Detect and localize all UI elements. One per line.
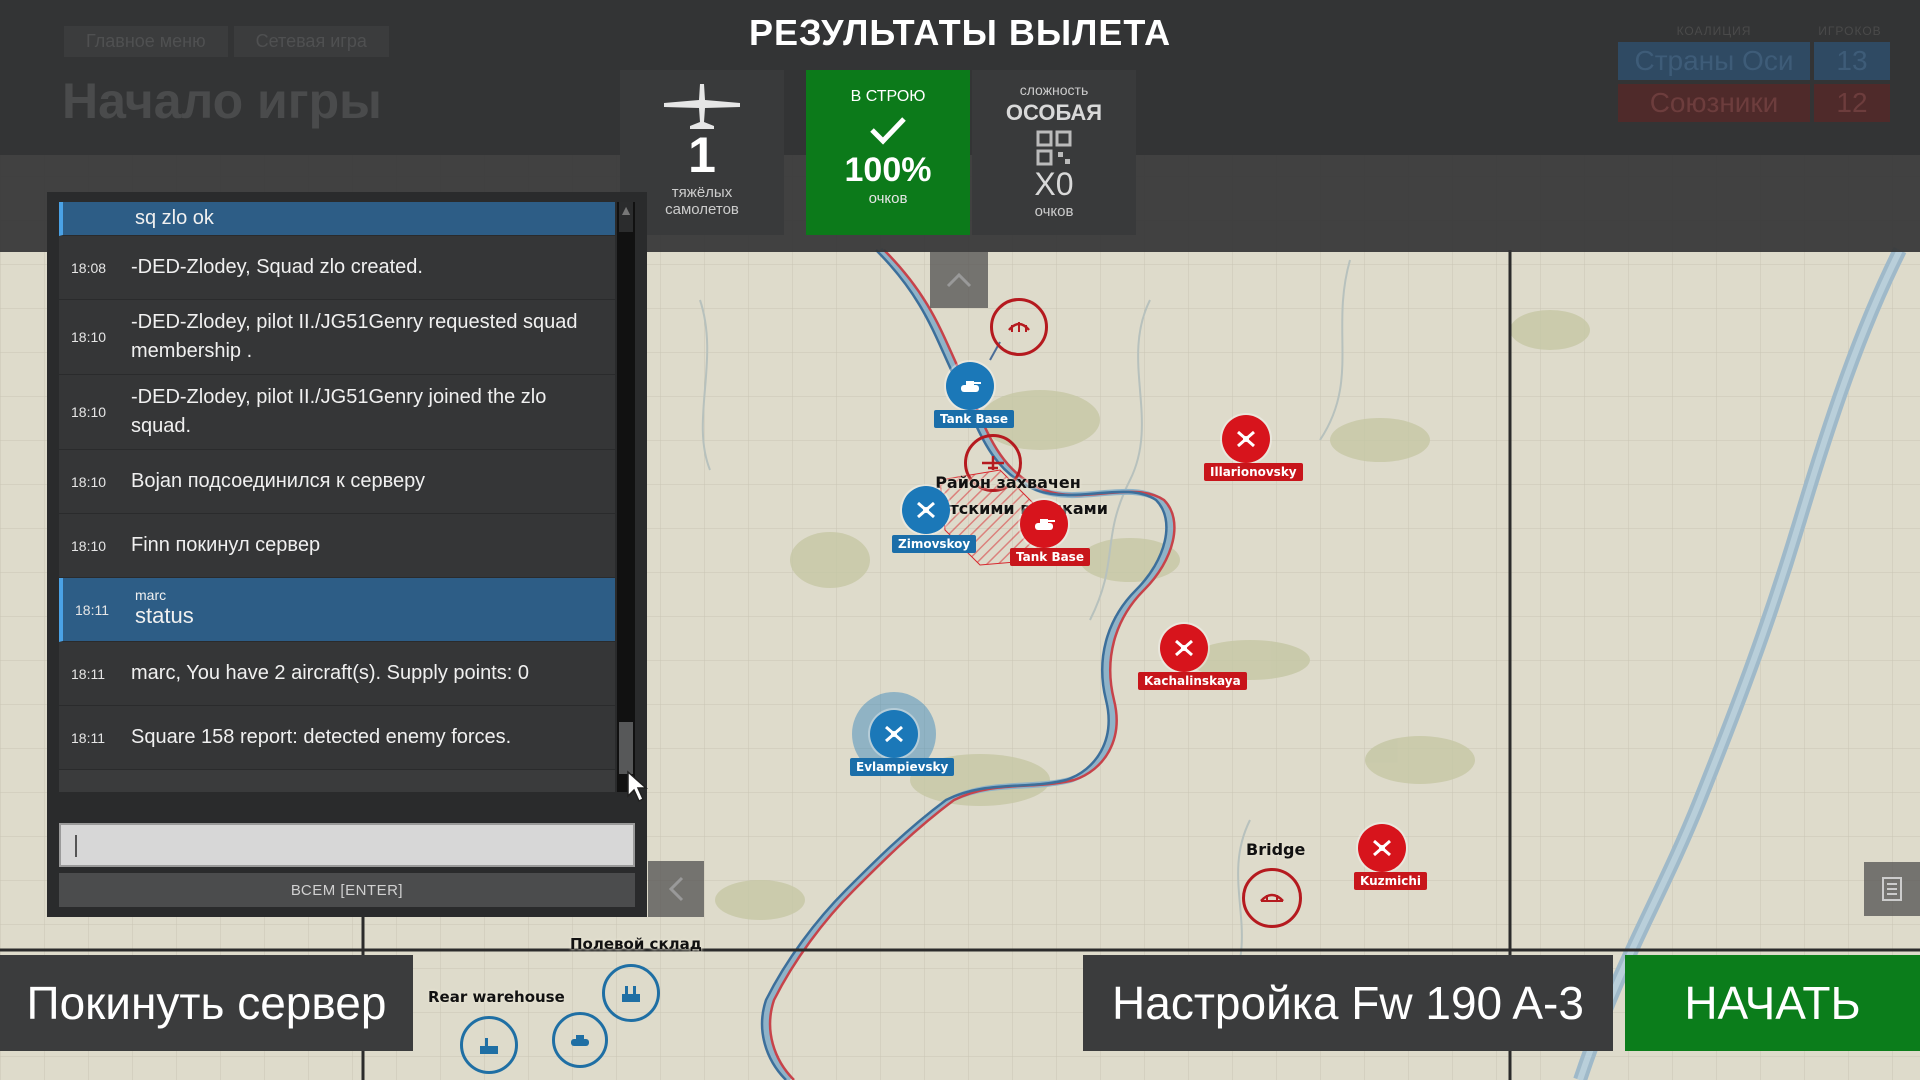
chat-send-to-all-button[interactable]: ВСЕМ [ENTER] bbox=[59, 873, 635, 907]
bridge-label-right: Bridge bbox=[1246, 840, 1306, 859]
map-legend-button[interactable] bbox=[1864, 862, 1920, 916]
coalition-row-allies[interactable]: Союзники 12 bbox=[1618, 84, 1890, 122]
chat-message-text: marc, You have 2 aircraft(s). Supply poi… bbox=[131, 662, 529, 684]
chat-message-text: -DED-Zlodey, pilot II./JG51Genry joined … bbox=[131, 386, 547, 437]
evlampievsky-marker[interactable] bbox=[870, 710, 918, 758]
text-caret bbox=[75, 835, 77, 857]
aircraft-count-value: 1 bbox=[688, 127, 716, 183]
chat-message[interactable]: ★18:11marcstatus bbox=[59, 578, 615, 642]
coalition-name: Союзники bbox=[1618, 84, 1810, 122]
chat-scrollbar-thumb[interactable] bbox=[619, 722, 633, 774]
rear-warehouse-marker[interactable] bbox=[460, 1016, 518, 1074]
airfield-icon bbox=[885, 725, 903, 743]
tank-base-marker-red[interactable] bbox=[1020, 500, 1068, 548]
chat-message-time: 18:08 bbox=[71, 259, 107, 276]
tank-base-label-blue: Tank Base bbox=[934, 410, 1014, 428]
chat-message[interactable]: 18:11 marc, You have 2 aircraft(s). Suppl… bbox=[59, 642, 615, 706]
chat-message-time: 18:10 bbox=[71, 329, 107, 345]
chat-message[interactable]: 18:10 -DED-Zlodey, pilot II./JG51Genry re… bbox=[59, 300, 615, 375]
tank-icon bbox=[1035, 519, 1055, 530]
airfield-icon bbox=[1237, 430, 1255, 448]
chat-message[interactable]: 18:10 -DED-Zlodey, pilot II./JG51Genry jo… bbox=[59, 375, 615, 450]
leave-server-button[interactable]: Покинуть сервер bbox=[0, 955, 413, 1051]
chat-message-time: 18:10 bbox=[71, 473, 107, 490]
chat-message-text: Bojan подсоединился к серверу bbox=[131, 470, 426, 492]
serviceability-label: В СТРОЮ bbox=[850, 88, 926, 105]
kuzmichi-label: Kuzmichi bbox=[1354, 872, 1428, 890]
chat-panel: sq zlo ok 18:08 -DED-Zlodey, Squad zlo cre… bbox=[47, 192, 647, 917]
serviceability-unit: очков bbox=[868, 190, 908, 207]
chat-message-text: Square 158 report: detected enemy forces… bbox=[131, 726, 512, 748]
chat-scrollbar[interactable]: ▲ bbox=[617, 202, 635, 792]
check-icon bbox=[870, 117, 906, 145]
list-icon bbox=[1882, 877, 1902, 901]
map-collapse-left-button[interactable] bbox=[648, 861, 704, 917]
chat-message-time: 18:11 bbox=[71, 665, 105, 682]
serviceability-card: В СТРОЮ 100% очков bbox=[806, 70, 970, 235]
difficulty-card: сложность ОСОБАЯ X0 очков bbox=[972, 70, 1136, 235]
chat-message-time: 18:10 bbox=[71, 537, 107, 554]
illarionovsky-label: Illarionovsky bbox=[1204, 463, 1303, 481]
difficulty-multiplier: X0 bbox=[1034, 166, 1074, 202]
tank-base-label-red: Tank Base bbox=[1010, 548, 1090, 566]
airfield-icon bbox=[917, 501, 935, 519]
factory-icon bbox=[622, 986, 640, 1002]
bridge-icon bbox=[1260, 893, 1284, 902]
chat-message[interactable]: 18:11 Square 158 report: detected enemy f… bbox=[59, 706, 615, 770]
chat-message-text: marc status bbox=[135, 587, 615, 632]
airfield-icon bbox=[1175, 639, 1193, 657]
illarionovsky-marker[interactable] bbox=[1222, 415, 1270, 463]
chat-message-text: Finn покинул сервер bbox=[131, 534, 321, 556]
kachalinskaya-label: Kachalinskaya bbox=[1138, 672, 1247, 690]
chat-message-text: -DED-Zlodey, Squad zlo created. bbox=[131, 256, 423, 278]
map-collapse-up-button[interactable] bbox=[930, 252, 988, 308]
kuzmichi-marker[interactable] bbox=[1358, 824, 1406, 872]
factory-icon bbox=[480, 1038, 498, 1054]
tank-icon bbox=[571, 1035, 589, 1046]
field-depot-marker[interactable] bbox=[602, 964, 660, 1022]
qr-icon bbox=[1036, 130, 1072, 166]
difficulty-unit: очков bbox=[1034, 203, 1074, 220]
page-title: РЕЗУЛЬТАТЫ ВЫЛЕТА bbox=[748, 12, 1172, 53]
plane-icon bbox=[664, 84, 740, 129]
outpost-marker[interactable] bbox=[990, 298, 1048, 356]
chat-message[interactable]: 18:10 Bojan подсоединился к серверу bbox=[59, 450, 615, 514]
chat-message-body: status bbox=[135, 603, 194, 628]
difficulty-label: сложность bbox=[1019, 82, 1089, 98]
zimovskoy-label: Zimovskoy bbox=[892, 535, 977, 553]
field-depot-label: Полевой склад bbox=[570, 935, 702, 953]
chat-message-time: 18:11 bbox=[71, 729, 105, 746]
airfield-icon bbox=[1373, 839, 1391, 857]
zimovskoy-marker[interactable] bbox=[902, 486, 950, 534]
serviceability-value: 100% bbox=[844, 151, 932, 189]
chat-message-author: marc bbox=[135, 587, 167, 603]
difficulty-value: ОСОБАЯ bbox=[1005, 100, 1103, 125]
chat-message-list[interactable]: sq zlo ok 18:08 -DED-Zlodey, Squad zlo cre… bbox=[59, 202, 615, 792]
evlampievsky-label: Evlampievsky bbox=[850, 758, 955, 776]
bridge-icon bbox=[1008, 322, 1030, 332]
chat-message[interactable]: 18:10 Finn покинул сервер bbox=[59, 514, 615, 578]
rear-warehouse-label: Rear warehouse bbox=[428, 988, 565, 1006]
chevron-left-icon bbox=[668, 876, 684, 902]
mouse-cursor-icon bbox=[627, 770, 648, 803]
tank-depot-marker[interactable] bbox=[552, 1012, 608, 1068]
bridge-marker[interactable] bbox=[1242, 868, 1302, 928]
chat-message-time: 18:11 bbox=[75, 601, 109, 618]
tank-base-marker-blue[interactable] bbox=[946, 362, 994, 410]
chat-input[interactable] bbox=[59, 823, 635, 867]
start-button[interactable]: НАЧАТЬ bbox=[1625, 955, 1920, 1051]
chat-message-time: 18:10 bbox=[71, 404, 107, 420]
tank-icon bbox=[961, 381, 981, 392]
scroll-up-arrow-icon[interactable]: ▲ bbox=[619, 202, 633, 232]
aircraft-count-label: тяжёлых самолетов bbox=[665, 184, 739, 218]
chat-message[interactable]: 18:08 -DED-Zlodey, Squad zlo created. bbox=[59, 236, 615, 300]
background-page-title: Начало игры bbox=[62, 73, 382, 129]
chevron-up-icon bbox=[946, 272, 972, 288]
aircraft-setup-button[interactable]: Настройка Fw 190 A-3 bbox=[1083, 955, 1613, 1051]
chat-message-text: sq zlo ok bbox=[135, 207, 214, 229]
coalition-player-count: 12 bbox=[1814, 84, 1890, 122]
chat-message[interactable]: sq zlo ok bbox=[59, 202, 615, 236]
chat-message-text: -DED-Zlodey, pilot II./JG51Genry request… bbox=[131, 311, 578, 362]
kachalinskaya-marker[interactable] bbox=[1160, 624, 1208, 672]
